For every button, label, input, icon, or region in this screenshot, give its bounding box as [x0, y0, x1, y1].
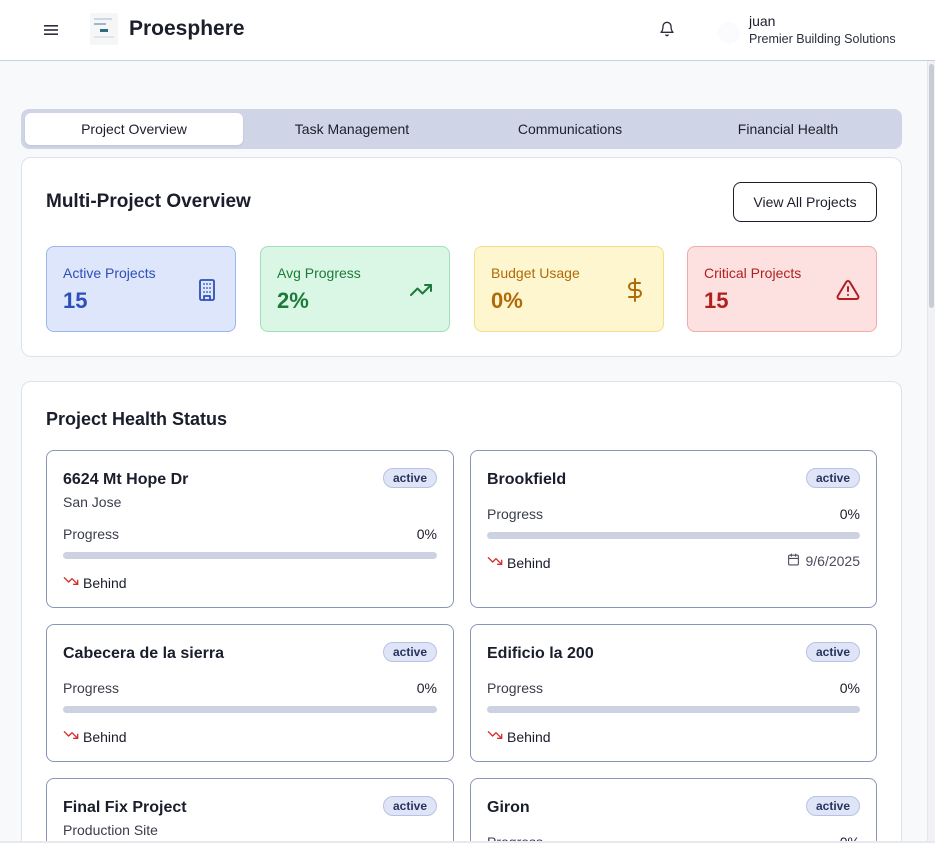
status-badge: active [382, 468, 437, 488]
status-badge: active [805, 642, 860, 662]
trend-status: Behind [487, 553, 551, 572]
project-card[interactable]: 6624 Mt Hope Dr active San Jose Progress… [46, 450, 454, 608]
project-name: Cabecera de la sierra [63, 645, 224, 662]
progress-label: Progress [487, 506, 544, 522]
trending-down-icon [63, 573, 79, 592]
progress-bar [487, 706, 860, 713]
tab-communications[interactable]: Communications [461, 113, 679, 145]
trending-down-icon [487, 727, 503, 746]
tab-financial-health[interactable]: Financial Health [679, 113, 897, 145]
project-card[interactable]: Cabecera de la sierra active Progress 0%… [46, 624, 454, 762]
trend-status: Behind [63, 573, 127, 592]
logo[interactable] [88, 12, 120, 46]
stat-active-projects[interactable]: Active Projects 15 [46, 246, 236, 332]
project-name: Giron [487, 799, 530, 816]
project-name: Final Fix Project [63, 799, 187, 816]
trend-status: Behind [487, 727, 551, 746]
due-date-text: 9/6/2025 [805, 553, 861, 569]
stat-critical-projects[interactable]: Critical Projects 15 [687, 246, 877, 332]
overview-title: Multi-Project Overview [46, 191, 251, 212]
view-all-projects-button[interactable]: View All Projects [733, 182, 877, 222]
tab-bar: Project Overview Task Management Communi… [21, 109, 902, 149]
top-bar: Proesphere juan Premier Building Solutio… [0, 0, 935, 61]
project-name: 6624 Mt Hope Dr [63, 471, 189, 488]
health-title: Project Health Status [46, 409, 228, 429]
stat-budget-usage[interactable]: Budget Usage 0% [474, 246, 664, 332]
progress-value: 0% [416, 526, 437, 542]
stat-value: 15 [63, 288, 88, 313]
trend-status: Behind [63, 727, 127, 746]
progress-label: Progress [63, 526, 120, 542]
project-card[interactable]: Final Fix Project active Production Site [46, 778, 454, 843]
trend-label: Behind [507, 728, 551, 745]
project-location: San Jose [63, 494, 122, 510]
progress-value: 0% [839, 680, 860, 696]
status-badge: active [382, 642, 437, 662]
status-badge: active [382, 796, 437, 816]
project-card[interactable]: Edificio la 200 active Progress 0% Behin… [470, 624, 877, 762]
stat-value: 2% [277, 288, 309, 313]
project-location: Production Site [63, 822, 158, 838]
status-badge: active [805, 796, 860, 816]
trending-up-icon [409, 278, 433, 302]
progress-label: Progress [63, 680, 120, 696]
progress-bar [63, 552, 437, 559]
project-card[interactable]: Giron active Progress 0% [470, 778, 877, 843]
stat-label: Budget Usage [491, 265, 580, 281]
scrollbar-thumb[interactable] [929, 64, 934, 308]
bell-icon[interactable] [656, 18, 678, 40]
stat-value: 0% [491, 288, 523, 313]
progress-bar [487, 532, 860, 539]
building-icon [195, 278, 219, 302]
progress-bar [63, 706, 437, 713]
user-name: juan [749, 13, 776, 29]
user-organization: Premier Building Solutions [749, 32, 896, 46]
stat-label: Critical Projects [704, 265, 802, 281]
menu-icon[interactable] [40, 19, 62, 41]
tab-project-overview[interactable]: Project Overview [25, 113, 243, 145]
stat-label: Avg Progress [277, 265, 361, 281]
progress-value: 0% [839, 506, 860, 522]
project-name: Edificio la 200 [487, 645, 594, 662]
dollar-icon [623, 278, 647, 302]
stat-avg-progress[interactable]: Avg Progress 2% [260, 246, 450, 332]
trend-label: Behind [83, 728, 127, 745]
progress-label: Progress [487, 680, 544, 696]
stat-value: 15 [704, 288, 729, 313]
status-badge: active [805, 468, 860, 488]
stat-label: Active Projects [63, 265, 156, 281]
app-name: Proesphere [129, 17, 245, 40]
trend-label: Behind [507, 554, 551, 571]
progress-value: 0% [416, 680, 437, 696]
trending-down-icon [63, 727, 79, 746]
tab-task-management[interactable]: Task Management [243, 113, 461, 145]
trend-label: Behind [83, 574, 127, 591]
avatar[interactable] [718, 22, 740, 44]
calendar-icon [787, 553, 800, 569]
project-card[interactable]: Brookfield active Progress 0% Behind 9/6… [470, 450, 877, 608]
alert-triangle-icon [836, 278, 860, 302]
project-name: Brookfield [487, 471, 567, 488]
due-date: 9/6/2025 [787, 553, 861, 569]
trending-down-icon [487, 553, 503, 572]
